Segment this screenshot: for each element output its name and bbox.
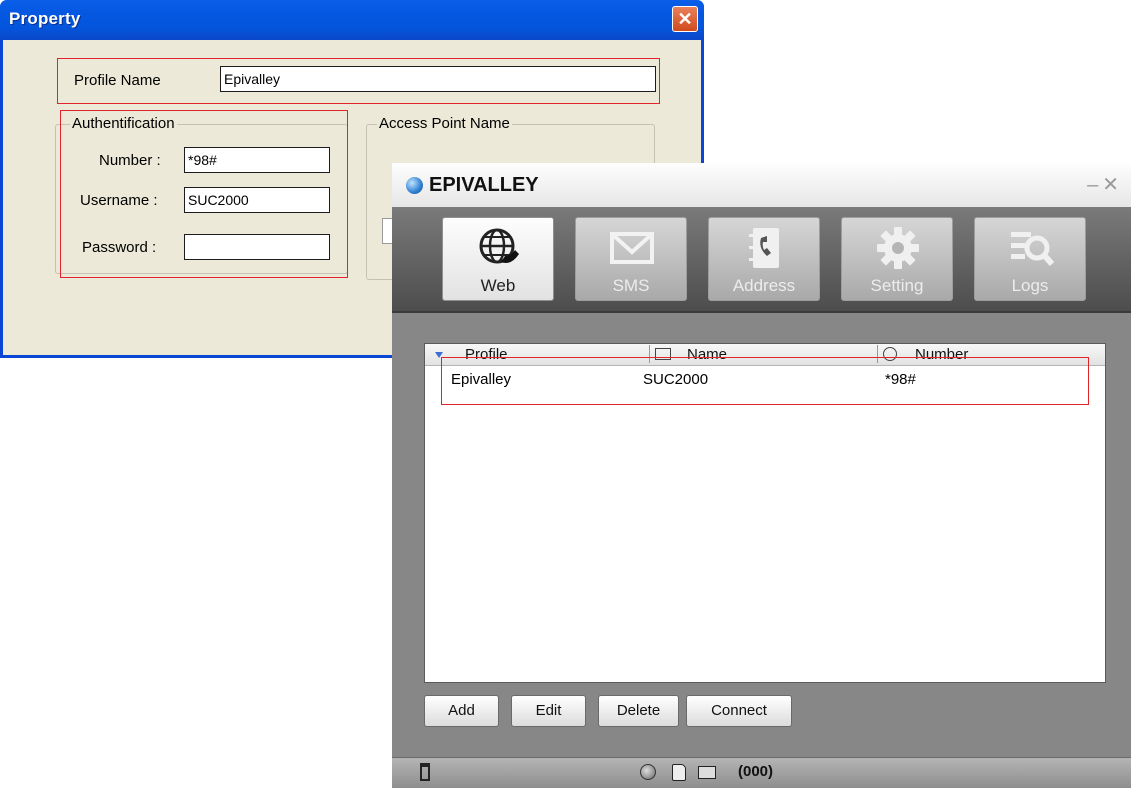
tab-sms-label: SMS: [612, 276, 650, 295]
add-button[interactable]: Add: [424, 695, 499, 727]
close-icon[interactable]: ✕: [672, 6, 698, 32]
number-label: Number :: [99, 152, 161, 169]
tab-setting-label: Setting: [870, 276, 924, 295]
window-controls[interactable]: –✕: [1087, 172, 1123, 197]
connect-button[interactable]: Connect: [686, 695, 792, 727]
tab-sms[interactable]: SMS: [575, 217, 687, 301]
apn-group-label: Access Point Name: [377, 115, 512, 132]
message-envelope-icon: [698, 766, 716, 779]
number-input[interactable]: [184, 147, 330, 173]
username-label: Username :: [80, 192, 158, 209]
tab-web-label: Web: [480, 276, 516, 295]
tab-address[interactable]: Address: [708, 217, 820, 301]
sim-card-icon: [672, 764, 686, 781]
close-icon[interactable]: ✕: [1102, 174, 1123, 196]
minimize-icon[interactable]: –: [1087, 174, 1102, 196]
globe-icon: [406, 177, 423, 194]
property-title: Property: [9, 9, 81, 28]
row-highlight: [441, 357, 1089, 405]
status-bar: (000): [392, 757, 1131, 788]
logs-search-icon: [1011, 232, 1055, 266]
password-label: Password :: [82, 239, 157, 256]
profile-name-label: Profile Name: [74, 72, 161, 89]
envelope-icon: [610, 232, 654, 264]
profile-list: Profile Name Number Epivalley SUC2000 *9…: [424, 343, 1106, 683]
tab-logs[interactable]: Logs: [974, 217, 1086, 301]
profile-panel: Profile Name Number Epivalley SUC2000 *9…: [392, 313, 1131, 757]
profile-name-input[interactable]: [220, 66, 656, 92]
epivalley-window: EPIVALLEY –✕ Web SMS Address Setting Log…: [392, 163, 1131, 788]
address-book-icon: [749, 228, 779, 268]
edit-button[interactable]: Edit: [511, 695, 586, 727]
username-input[interactable]: [184, 187, 330, 213]
globe-phone-icon: [479, 228, 519, 264]
antenna-signal-icon: [420, 763, 430, 781]
app-titlebar[interactable]: EPIVALLEY –✕: [392, 163, 1131, 207]
gear-icon: [877, 227, 919, 269]
tab-web[interactable]: Web: [442, 217, 554, 301]
app-title: EPIVALLEY: [429, 174, 539, 196]
app-toolbar: Web SMS Address Setting Logs: [392, 207, 1131, 311]
tab-address-label: Address: [732, 276, 796, 295]
network-globe-icon: [640, 764, 656, 780]
tab-setting[interactable]: Setting: [841, 217, 953, 301]
message-counter: (000): [738, 763, 774, 780]
password-input[interactable]: [184, 234, 330, 260]
delete-button[interactable]: Delete: [598, 695, 679, 727]
tab-logs-label: Logs: [1011, 276, 1049, 295]
property-titlebar[interactable]: Property ✕: [0, 0, 704, 40]
